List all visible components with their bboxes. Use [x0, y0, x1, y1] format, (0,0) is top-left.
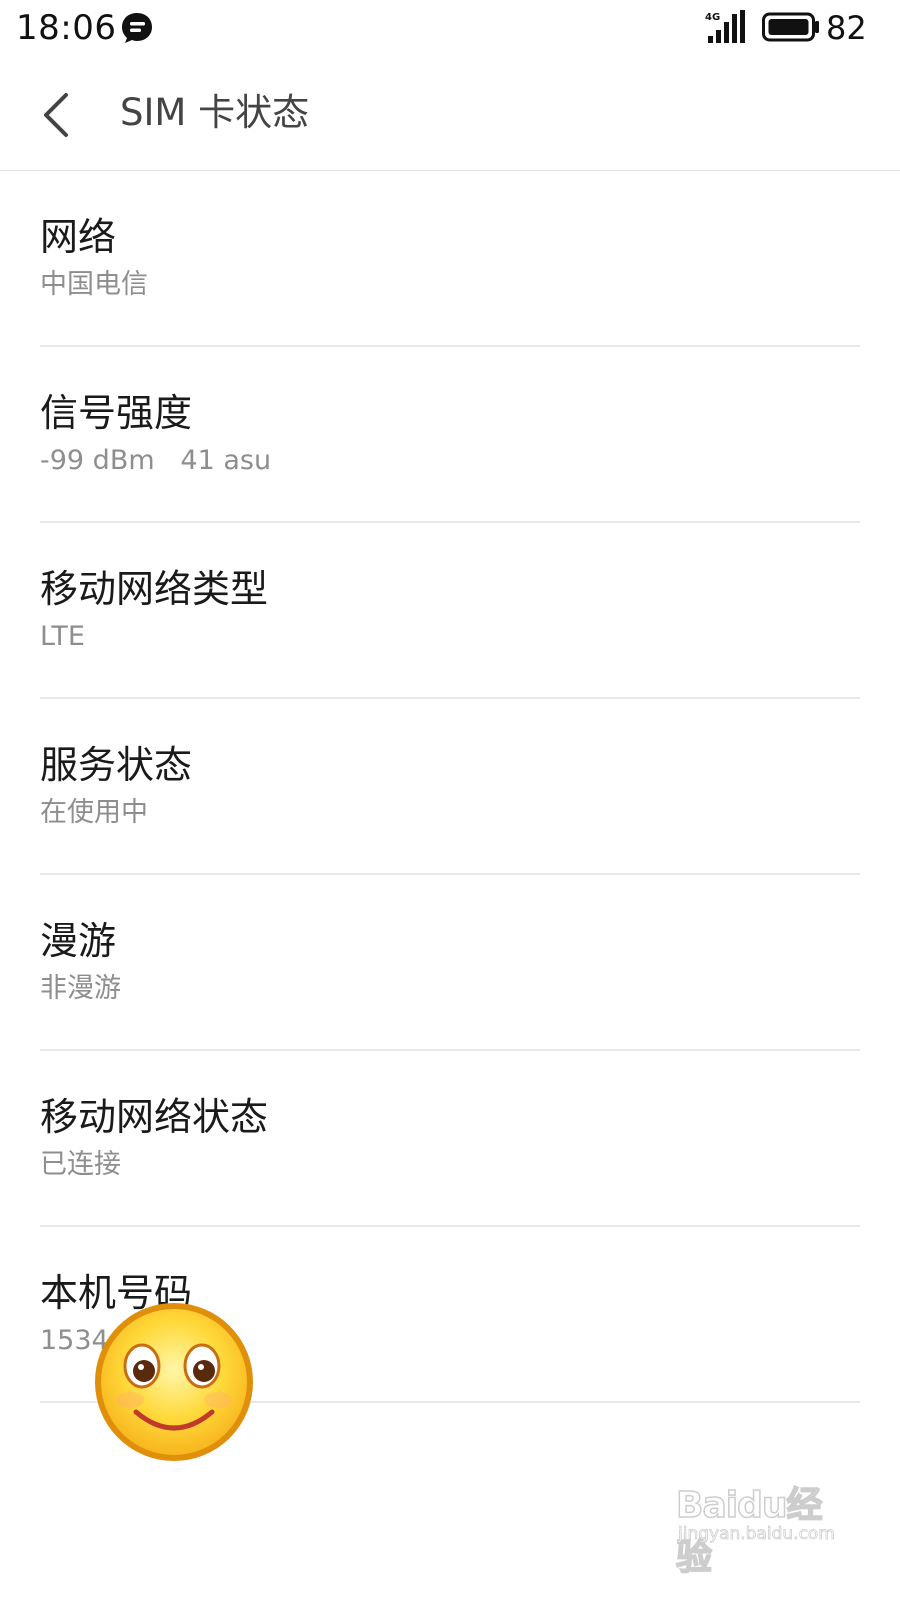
list-item-network[interactable]: 网络 中国电信 — [40, 171, 860, 347]
page-title: SIM 卡状态 — [120, 91, 310, 134]
sim-status-list: 网络 中国电信 信号强度 -99 dBm 41 asu 移动网络类型 LTE 服… — [0, 171, 900, 1403]
smiley-face-icon — [95, 1303, 253, 1461]
item-title: 信号强度 — [40, 391, 193, 435]
message-icon — [122, 13, 152, 43]
item-title: 移动网络状态 — [40, 1095, 269, 1139]
header-bar: SIM 卡状态 — [0, 60, 900, 171]
item-value: 在使用中 — [40, 797, 148, 828]
item-value: 中国电信 — [40, 269, 148, 300]
list-item-roaming[interactable]: 漫游 非漫游 — [40, 875, 860, 1051]
signal-icon: 4G — [705, 10, 745, 43]
network-badge: 4G — [705, 12, 720, 23]
battery-level: 82 — [826, 9, 867, 47]
list-item-service-state[interactable]: 服务状态 在使用中 — [40, 699, 860, 875]
back-button[interactable] — [24, 80, 88, 150]
chevron-left-icon — [44, 93, 68, 137]
list-item-mobile-network-type[interactable]: 移动网络类型 LTE — [40, 523, 860, 699]
watermark-site: jingyan.baidu.com — [678, 1524, 836, 1545]
status-bar: 18:06 4G 82 — [0, 0, 900, 60]
item-value: 已连接 — [40, 1149, 121, 1180]
item-title: 服务状态 — [40, 743, 193, 787]
item-value: LTE — [40, 621, 85, 652]
item-value: 非漫游 — [40, 973, 121, 1004]
item-title: 漫游 — [40, 919, 117, 963]
item-title: 移动网络类型 — [40, 567, 269, 611]
item-value: -99 dBm 41 asu — [40, 445, 272, 476]
list-item-signal-strength[interactable]: 信号强度 -99 dBm 41 asu — [40, 347, 860, 523]
battery-icon — [762, 12, 819, 42]
item-title: 网络 — [40, 215, 117, 259]
baidu-watermark: Baidu经验 jingyan.baidu.com — [675, 1470, 846, 1579]
list-item-mobile-network-state[interactable]: 移动网络状态 已连接 — [40, 1051, 860, 1227]
status-time: 18:06 — [16, 8, 117, 48]
